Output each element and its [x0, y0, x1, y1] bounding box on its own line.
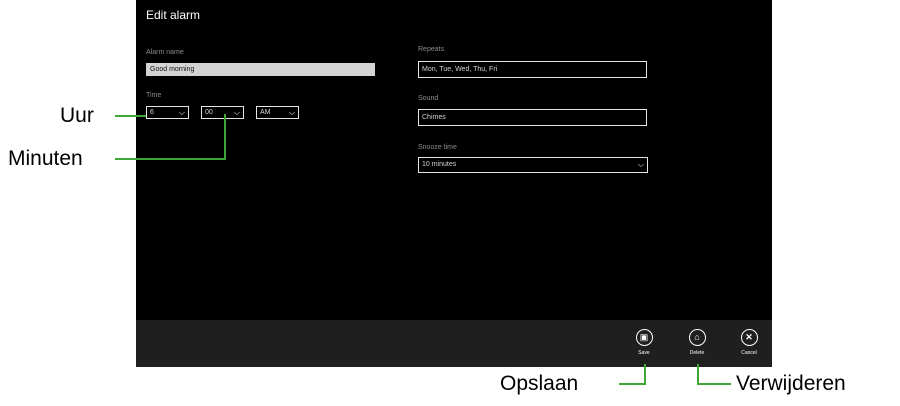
callout-delete-label: Verwijderen — [736, 372, 846, 395]
repeats-field[interactable]: Mon, Tue, Wed, Thu, Fri — [418, 61, 647, 78]
callout-minutes-line-vertical — [224, 114, 226, 160]
callout-delete-line — [697, 383, 731, 385]
callout-delete-line-vertical — [697, 364, 699, 385]
time-label: Time — [146, 92, 162, 99]
callout-hour-line — [115, 115, 146, 117]
alarm-name-label: Alarm name — [146, 49, 184, 56]
delete-button[interactable]: ⌂ Delete — [677, 329, 717, 365]
save-icon: ▣ — [635, 329, 653, 346]
page-title: Edit alarm — [146, 8, 201, 22]
save-button[interactable]: ▣ Save — [624, 329, 664, 365]
chevron-down-icon: ⌵ — [288, 108, 295, 117]
close-icon: ✕ — [740, 329, 758, 346]
callout-save-line-vertical — [644, 364, 646, 385]
app-bar: ▣ Save ⌂ Delete ✕ Cancel — [136, 320, 772, 367]
sound-field[interactable]: Chimes — [418, 109, 647, 126]
cancel-button[interactable]: ✕ Cancel — [729, 329, 769, 365]
callout-minutes-line — [115, 158, 226, 160]
snooze-select[interactable]: 10 minutes ⌵ — [418, 157, 648, 173]
sound-label: Sound — [418, 95, 439, 102]
cancel-label: Cancel — [741, 350, 757, 356]
hour-select[interactable]: 6 ⌵ — [146, 106, 189, 119]
minute-value: 00 — [205, 109, 213, 116]
callout-save-label: Opslaan — [500, 372, 579, 395]
ampm-select[interactable]: AM ⌵ — [256, 106, 299, 119]
callout-save-line — [619, 383, 645, 385]
snooze-label: Snooze time — [418, 144, 457, 151]
save-label: Save — [638, 350, 650, 356]
chevron-down-icon: ⌵ — [178, 108, 185, 117]
snooze-value: 10 minutes — [422, 161, 457, 168]
ampm-value: AM — [260, 109, 271, 116]
alarm-name-input[interactable]: Good morning — [146, 63, 375, 76]
callout-hour-label: Uur — [60, 104, 94, 127]
repeats-label: Repeats — [418, 46, 445, 53]
callout-minutes-label: Minuten — [8, 147, 83, 170]
chevron-down-icon: ⌵ — [233, 108, 240, 117]
alarm-screen: Edit alarm Alarm name Good morning Time … — [136, 0, 772, 367]
minute-select[interactable]: 00 ⌵ — [201, 106, 244, 119]
chevron-down-icon: ⌵ — [637, 160, 644, 169]
trash-icon: ⌂ — [688, 329, 706, 346]
hour-value: 6 — [150, 109, 154, 116]
delete-label: Delete — [689, 350, 705, 356]
